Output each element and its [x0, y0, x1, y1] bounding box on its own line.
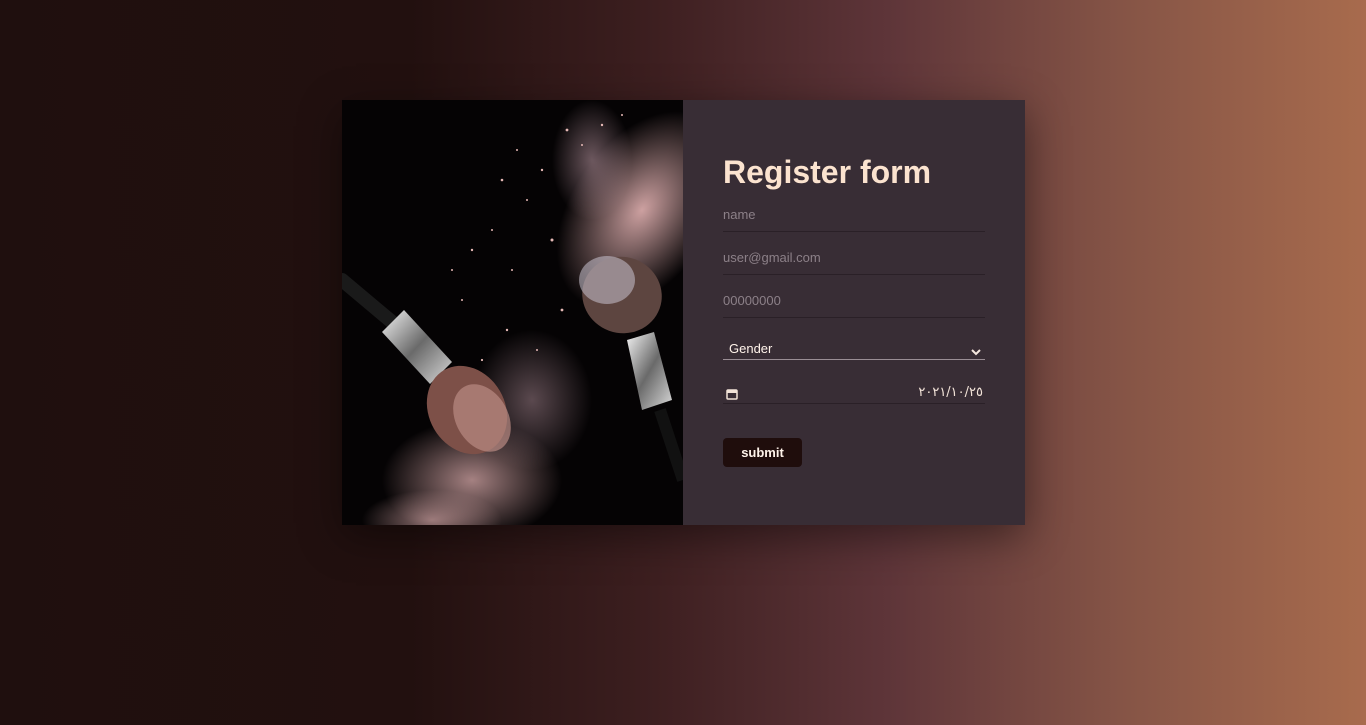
- calendar-icon[interactable]: [726, 387, 738, 405]
- date-input[interactable]: ٢٠٢١/١٠/٢٥: [723, 370, 985, 404]
- email-input[interactable]: [723, 241, 985, 275]
- date-value: ٢٠٢١/١٠/٢٥: [918, 385, 983, 400]
- register-card: Register form Gender ٢٠٢١/١٠/٢٥ submit: [342, 100, 1025, 525]
- makeup-brush-image: [342, 100, 683, 525]
- name-input[interactable]: [723, 198, 985, 232]
- submit-button[interactable]: submit: [723, 438, 802, 467]
- chevron-down-icon: [971, 343, 981, 361]
- form-title: Register form: [723, 154, 932, 190]
- gender-select-value: Gender: [729, 341, 773, 356]
- gender-select[interactable]: Gender: [723, 328, 985, 360]
- register-form: Register form Gender ٢٠٢١/١٠/٢٥ submit: [683, 100, 1025, 525]
- phone-input[interactable]: [723, 284, 985, 318]
